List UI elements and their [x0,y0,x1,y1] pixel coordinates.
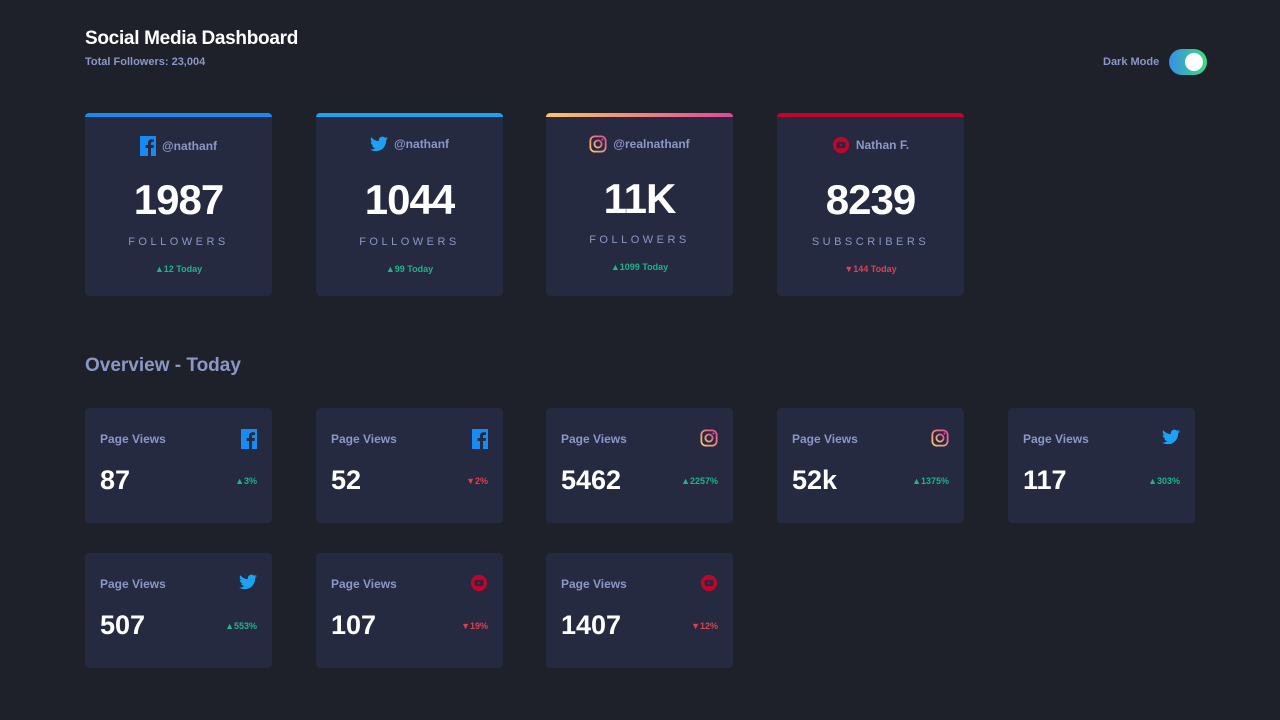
daily-change: ▲99 Today [385,264,434,274]
dashboard-page: Social Media Dashboard Total Followers: … [0,0,1280,720]
card-top-border [85,113,272,117]
followers-card-instagram[interactable]: @realnathanf 11K FOLLOWERS ▲1099 Today [546,113,733,296]
handle-row: @realnathanf [546,135,733,153]
percent-change: ▲3% [235,476,257,486]
metric-label: Page Views [792,432,858,446]
metric-label: Page Views [1023,432,1089,446]
percent-change: ▲553% [225,621,257,631]
percent-change: ▲303% [1148,476,1180,486]
metric-label: Page Views [100,432,166,446]
instagram-icon [700,429,718,447]
handle: @nathanf [161,139,218,153]
overview-card-instagram-likes[interactable]: Page Views 5462 ▲2257% [546,408,733,523]
count-unit: FOLLOWERS [589,234,690,246]
metric-label: Page Views [561,432,627,446]
card-top-border [546,113,733,117]
page-title: Social Media Dashboard [85,28,299,49]
handle-row: Nathan F. [777,136,964,154]
overview-card-facebook-likes[interactable]: Page Views 52 ▼2% [316,408,503,523]
overview-title: Overview - Today [85,355,241,376]
handle: Nathan F. [855,138,910,152]
overview-card-youtube-views[interactable]: Page Views 1407 ▼12% [546,553,733,668]
toggle-knob [1185,53,1204,71]
youtube-icon [470,574,488,592]
metric-label: Page Views [331,432,397,446]
dark-mode-label: Dark Mode [1103,56,1160,68]
metric-label: Page Views [100,577,166,591]
handle-row: @nathanf [85,136,272,156]
dark-mode-toggle[interactable] [1169,49,1208,75]
count-unit: FOLLOWERS [359,236,460,248]
overview-card-twitter-retweets[interactable]: Page Views 117 ▲303% [1008,408,1195,523]
twitter-icon [369,136,388,152]
youtube-icon [832,136,850,154]
followers-card-twitter[interactable]: @nathanf 1044 FOLLOWERS ▲99 Today [316,113,503,296]
subscribers-card-youtube[interactable]: Nathan F. 8239 SUBSCRIBERS ▼144 Today [777,113,964,296]
metric-value: 87 [100,465,131,495]
metric-value: 117 [1023,465,1067,495]
twitter-icon [1162,429,1180,445]
percent-change: ▼19% [461,621,488,631]
total-followers: Total Followers: 23,004 [85,56,206,68]
facebook-icon [139,136,156,156]
metric-label: Page Views [561,577,627,591]
daily-change: ▲1099 Today [610,262,669,272]
overview-card-youtube-likes[interactable]: Page Views 107 ▼19% [316,553,503,668]
percent-change: ▼2% [466,476,488,486]
follower-count: 1044 [364,176,455,223]
follower-count: 1987 [133,176,224,223]
overview-card-twitter-likes[interactable]: Page Views 507 ▲553% [85,553,272,668]
percent-change: ▲1375% [912,476,949,486]
percent-change: ▲2257% [681,476,718,486]
percent-change: ▼12% [691,621,718,631]
count-unit: SUBSCRIBERS [811,236,930,248]
facebook-icon [241,429,257,449]
metric-value: 107 [331,610,377,640]
overview-card-instagram-views[interactable]: Page Views 52k ▲1375% [777,408,964,523]
twitter-icon [239,574,257,590]
handle-row: @nathanf [316,136,503,152]
metric-value: 52k [792,465,838,495]
instagram-icon [589,135,607,153]
card-top-border [316,113,503,117]
metric-value: 5462 [561,465,622,495]
daily-change: ▼144 Today [844,264,897,274]
card-top-border [777,113,964,117]
instagram-icon [931,429,949,447]
facebook-icon [472,429,488,449]
youtube-icon [700,574,718,592]
count-unit: FOLLOWERS [128,236,229,248]
dark-mode-control: Dark Mode [1103,49,1208,75]
metric-label: Page Views [331,577,397,591]
subscriber-count: 8239 [825,176,916,223]
metric-value: 507 [100,610,146,640]
overview-card-facebook-page-views[interactable]: Page Views 87 ▲3% [85,408,272,523]
handle: @nathanf [393,137,450,151]
handle: @realnathanf [613,137,690,151]
daily-change: ▲12 Today [154,264,203,274]
metric-value: 52 [331,465,362,495]
followers-card-facebook[interactable]: @nathanf 1987 FOLLOWERS ▲12 Today [85,113,272,296]
metric-value: 1407 [561,610,622,640]
follower-count: 11K [603,175,677,222]
